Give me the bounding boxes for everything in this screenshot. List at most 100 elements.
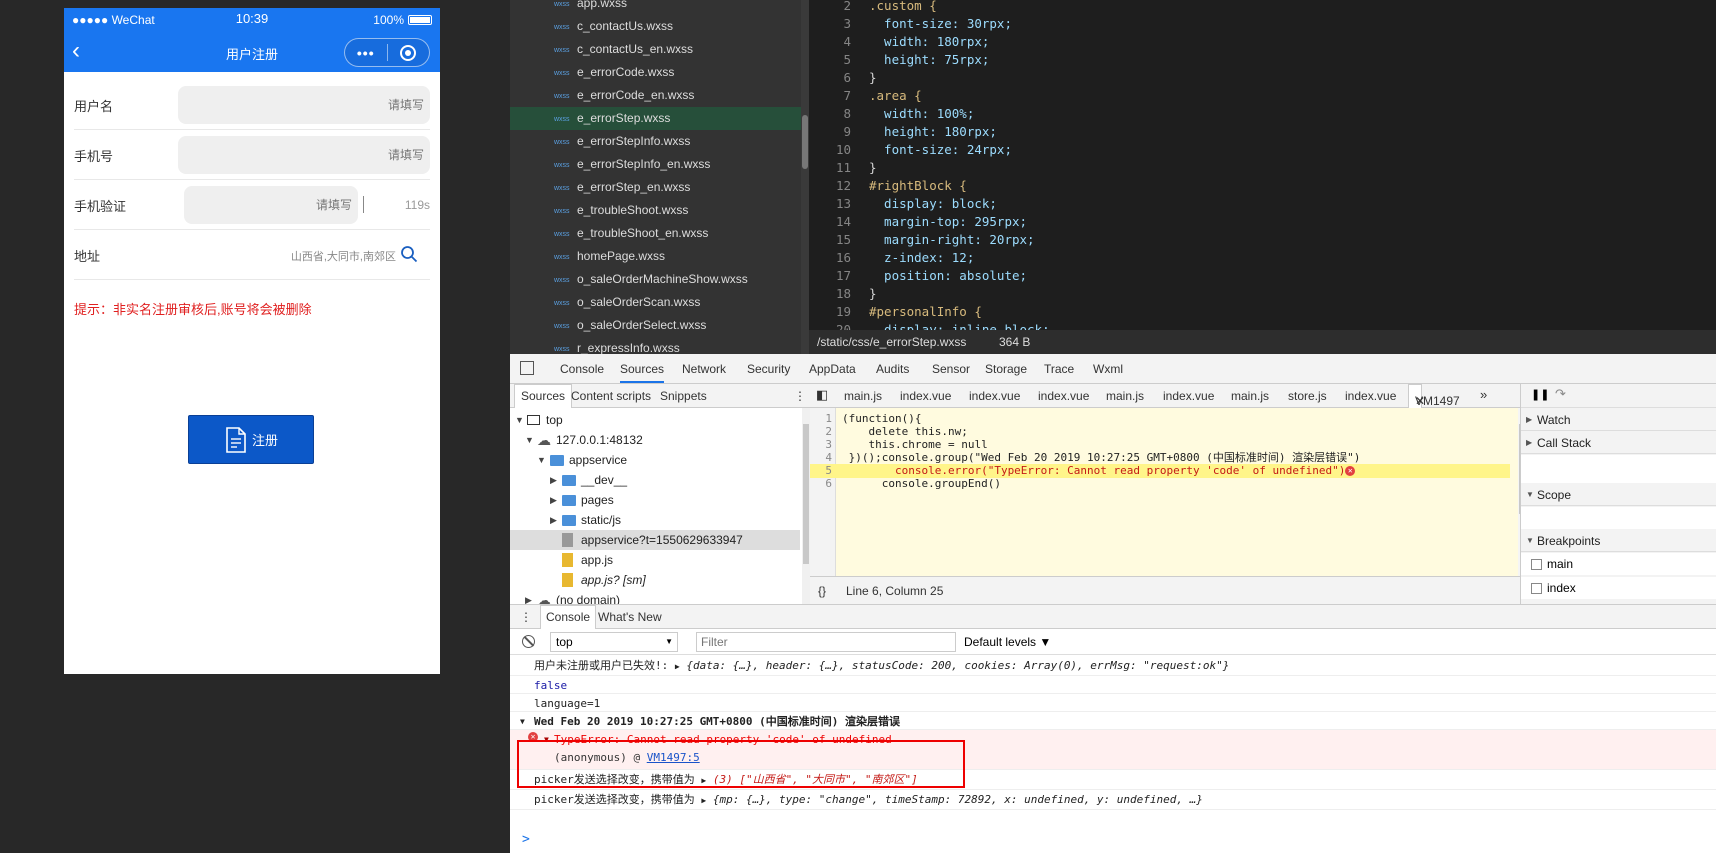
code-editor[interactable]: 2 .custom {3 font-size: 30rpx; 4 width: 18…: [809, 0, 1716, 330]
file-tree-item[interactable]: wxss r_expressInfo.wxss: [510, 337, 801, 354]
expand-icon[interactable]: ▶: [701, 776, 706, 785]
collapse-icon[interactable]: ▼: [520, 714, 525, 729]
log-object[interactable]: (3) ["山西省", "大同市", "南郊区"]: [713, 773, 918, 786]
close-mini-program-icon[interactable]: [387, 44, 429, 61]
tab-sources[interactable]: Sources: [620, 362, 665, 383]
tree-item-appservice[interactable]: ▼ appservice: [510, 450, 800, 470]
console-group-header[interactable]: ▼ Wed Feb 20 2019 10:27:25 GMT+0800 (中国标…: [510, 712, 1716, 730]
line-number: 4: [843, 34, 851, 49]
username-input[interactable]: [178, 86, 430, 124]
file-tab[interactable]: main.js: [1106, 389, 1144, 403]
folder-icon: [550, 455, 564, 466]
section-scope[interactable]: Scope: [1521, 484, 1716, 506]
file-tree-item[interactable]: wxss e_errorStepInfo_en.wxss: [510, 153, 801, 176]
log-object[interactable]: {data: {…}, header: {…}, statusCode: 200…: [686, 659, 1229, 672]
tree-item-host[interactable]: ▼ ☁ 127.0.0.1:48132: [510, 430, 800, 450]
more-icon[interactable]: •••: [345, 45, 387, 61]
file-tab[interactable]: store.js: [1288, 389, 1327, 403]
tree-item-appservice-file[interactable]: appservice?t=1550629633947: [510, 530, 800, 550]
console-prompt[interactable]: >: [522, 832, 530, 847]
tab-audits[interactable]: Audits: [876, 362, 909, 376]
source-code-view[interactable]: 1 (function(){2 delete this.nw; 3 this.chr…: [810, 408, 1528, 576]
format-icon[interactable]: {}: [818, 584, 826, 598]
tab-whats-new[interactable]: What's New: [598, 610, 662, 624]
step-over-icon[interactable]: ↷: [1555, 386, 1566, 402]
tab-security[interactable]: Security: [747, 362, 790, 376]
tab-console-drawer[interactable]: Console: [540, 605, 597, 629]
line-number: 6: [825, 477, 832, 490]
file-tab-active[interactable]: VM1497 ✕: [1408, 384, 1460, 408]
tree-item-appjs[interactable]: app.js: [510, 550, 800, 570]
expand-icon[interactable]: ▶: [675, 662, 680, 671]
expand-icon[interactable]: ▼: [544, 732, 549, 748]
more-tabs-icon[interactable]: »: [1480, 387, 1487, 402]
tab-appdata[interactable]: AppData: [809, 362, 856, 376]
log-levels-select[interactable]: Default levels ▼: [964, 635, 1051, 649]
tab-snippets[interactable]: Snippets: [660, 389, 707, 403]
file-tree-item[interactable]: wxss e_troubleShoot_en.wxss: [510, 222, 801, 245]
section-breakpoints[interactable]: Breakpoints: [1521, 530, 1716, 552]
code-line: 20 display: inline-block;: [809, 321, 1050, 330]
file-tree-item[interactable]: wxss e_errorCode.wxss: [510, 61, 801, 84]
section-callstack[interactable]: Call Stack: [1521, 432, 1716, 454]
log-object[interactable]: {mp: {…}, type: "change", timeStamp: 728…: [713, 793, 1203, 806]
file-tree-item[interactable]: wxss e_errorStep.wxss: [510, 107, 801, 130]
more-vert-icon[interactable]: ⋮: [794, 389, 806, 403]
file-tree-item[interactable]: wxss e_errorCode_en.wxss: [510, 84, 801, 107]
tab-wxml[interactable]: Wxml: [1093, 362, 1123, 376]
tree-item-pages[interactable]: ▶ pages: [510, 490, 800, 510]
verify-code-input[interactable]: [184, 186, 358, 224]
file-tab[interactable]: index.vue: [1345, 389, 1396, 403]
warning-hint: 提示：非实名注册审核后,账号将会被删除: [74, 302, 312, 317]
tab-sensor[interactable]: Sensor: [932, 362, 970, 376]
tab-network[interactable]: Network: [682, 362, 726, 376]
file-tree-item[interactable]: wxss e_errorStep_en.wxss: [510, 176, 801, 199]
context-select[interactable]: top: [550, 632, 678, 652]
section-watch[interactable]: Watch: [1521, 409, 1716, 431]
file-tree-item[interactable]: wxss o_saleOrderMachineShow.wxss: [510, 268, 801, 291]
file-tree-scrollbar[interactable]: [801, 0, 809, 354]
file-tree-item[interactable]: wxss app.wxss: [510, 0, 801, 15]
tree-item-nodomain[interactable]: ▶ ☁ (no domain): [510, 590, 800, 604]
filter-input[interactable]: [696, 632, 956, 652]
source-link[interactable]: VM1497:5: [647, 751, 700, 764]
line-number: 18: [835, 286, 851, 301]
tab-trace[interactable]: Trace: [1044, 362, 1074, 376]
tree-item-static[interactable]: ▶ static/js: [510, 510, 800, 530]
file-tab[interactable]: index.vue: [900, 389, 951, 403]
file-tab[interactable]: index.vue: [969, 389, 1020, 403]
tab-console[interactable]: Console: [560, 362, 604, 376]
file-tree-item[interactable]: wxss c_contactUs.wxss: [510, 15, 801, 38]
file-tab[interactable]: index.vue: [1038, 389, 1089, 403]
tab-content-scripts[interactable]: Content scripts: [571, 389, 651, 403]
line-text: margin-top: 295rpx;: [869, 214, 1028, 229]
search-icon[interactable]: [400, 245, 418, 263]
file-tab[interactable]: main.js: [1231, 389, 1269, 403]
address-picker-value[interactable]: 山西省,大同市,南郊区: [291, 248, 396, 264]
expand-icon[interactable]: ▶: [701, 796, 706, 805]
tree-item-dev[interactable]: ▶ __dev__: [510, 470, 800, 490]
tree-item-appjs-sm[interactable]: app.js? [sm]: [510, 570, 800, 590]
pause-icon[interactable]: ❚❚: [1531, 388, 1549, 401]
toggle-navigator-icon[interactable]: ◧: [816, 387, 828, 403]
file-tree-item[interactable]: wxss e_errorStepInfo.wxss: [510, 130, 801, 153]
drawer-menu-icon[interactable]: ⋮: [520, 610, 532, 624]
clear-console-icon[interactable]: [522, 635, 535, 648]
file-tree-item[interactable]: wxss c_contactUs_en.wxss: [510, 38, 801, 61]
file-tree-item[interactable]: wxss o_saleOrderScan.wxss: [510, 291, 801, 314]
phone-input[interactable]: [178, 136, 430, 174]
inspect-icon[interactable]: [520, 361, 534, 375]
file-tree-item[interactable]: wxss homePage.wxss: [510, 245, 801, 268]
navigator-scrollbar[interactable]: [802, 408, 810, 604]
file-tree-item[interactable]: wxss o_saleOrderSelect.wxss: [510, 314, 801, 337]
breakpoint-item[interactable]: main: [1521, 553, 1716, 575]
file-tab[interactable]: main.js: [844, 389, 882, 403]
tree-item-top[interactable]: ▼ top: [510, 410, 800, 430]
breakpoint-item[interactable]: index: [1521, 577, 1716, 599]
address-row[interactable]: 地址 山西省,大同市,南郊区: [74, 230, 430, 280]
tab-sources-nav[interactable]: Sources: [514, 384, 573, 408]
register-button[interactable]: 注册: [188, 415, 314, 464]
tab-storage[interactable]: Storage: [985, 362, 1027, 376]
file-tree-item[interactable]: wxss e_troubleShoot.wxss: [510, 199, 801, 222]
file-tab[interactable]: index.vue: [1163, 389, 1214, 403]
